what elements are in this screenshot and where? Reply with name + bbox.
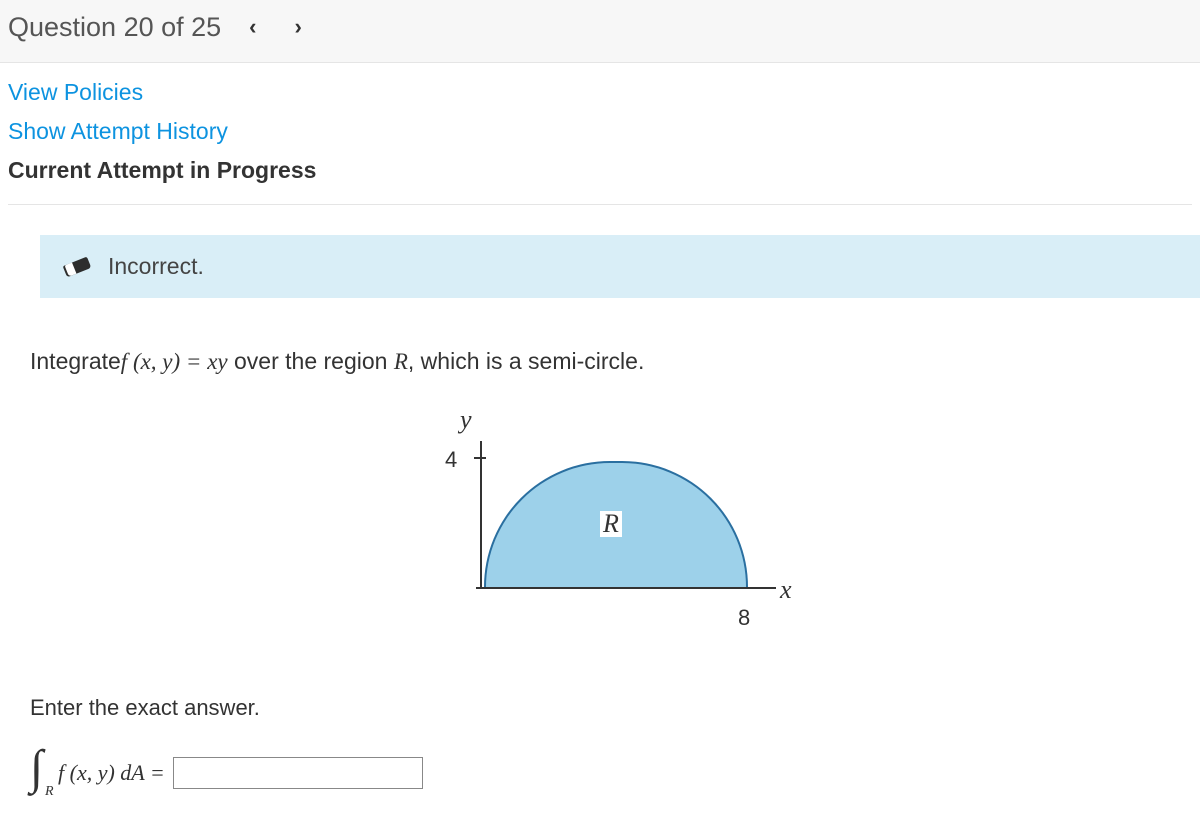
show-attempt-history-link[interactable]: Show Attempt History (8, 118, 1192, 145)
x-axis-line (476, 587, 776, 589)
y-axis-label: y (460, 405, 472, 435)
links-area: View Policies Show Attempt History Curre… (0, 63, 1200, 204)
current-attempt-label: Current Attempt in Progress (8, 157, 1192, 198)
next-question-button[interactable]: › (284, 10, 311, 44)
integral-icon: ∫ (30, 744, 43, 792)
q-func2: (x, y) = xy (133, 349, 228, 374)
q-middle: over the region (228, 348, 394, 374)
question-content: Integratef (x, y) = xy over the region R… (0, 328, 1200, 819)
answer-row: ∫ R f (x, y) dA = (30, 757, 1190, 789)
y-tick-label: 4 (445, 447, 457, 473)
q-func1: f (121, 349, 133, 374)
question-header: Question 20 of 25 ‹ › (0, 0, 1200, 63)
figure-area: y 4 R x 8 (30, 405, 1190, 645)
x-axis-label: x (780, 575, 792, 605)
q-suffix: , which is a semi-circle. (408, 348, 644, 374)
question-title: Question 20 of 25 (8, 12, 221, 43)
q-prefix: Integrate (30, 348, 121, 374)
answer-prompt: Enter the exact answer. (30, 695, 1190, 721)
answer-input[interactable] (173, 757, 423, 789)
prev-question-button[interactable]: ‹ (239, 10, 266, 44)
eraser-icon (61, 252, 93, 280)
status-text: Incorrect. (108, 253, 204, 280)
y-tick-mark (474, 457, 486, 459)
semicircle-figure: y 4 R x 8 (410, 405, 810, 645)
status-banner: Incorrect. (40, 235, 1200, 298)
integrand-text: f (x, y) dA = (58, 760, 165, 786)
integral-expression: ∫ R f (x, y) dA = (30, 760, 165, 786)
integral-subscript: R (45, 784, 54, 800)
region-label: R (600, 511, 622, 537)
question-text: Integratef (x, y) = xy over the region R… (30, 348, 1190, 375)
y-axis-line (480, 441, 482, 589)
divider (8, 204, 1192, 205)
x-tick-label: 8 (738, 605, 750, 631)
view-policies-link[interactable]: View Policies (8, 79, 1192, 106)
q-region: R (394, 349, 408, 374)
